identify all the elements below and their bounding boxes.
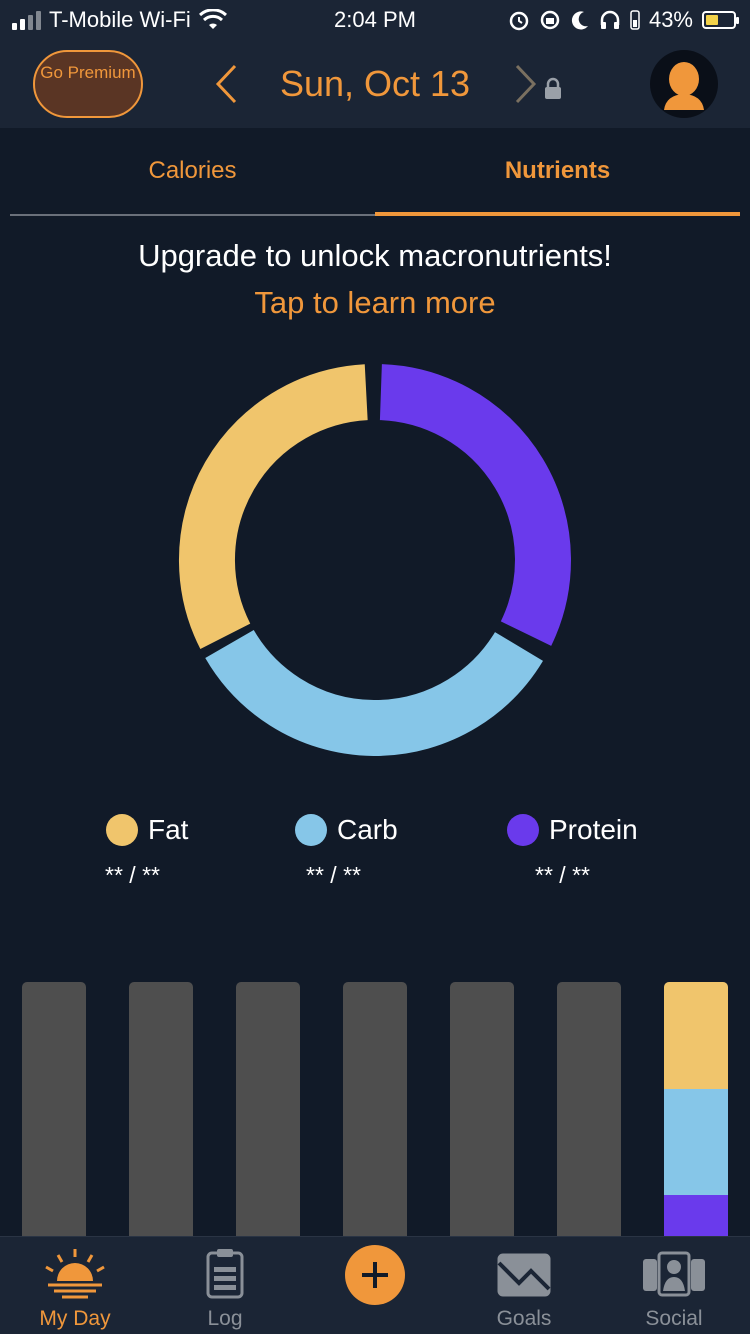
- day-bar[interactable]: [129, 982, 193, 1242]
- sunrise-icon: [45, 1249, 105, 1299]
- clipboard-icon: [206, 1249, 244, 1299]
- user-icon: [664, 62, 704, 110]
- day-bar[interactable]: [236, 982, 300, 1242]
- tab-label-goals: Goals: [496, 1307, 552, 1330]
- go-premium-button[interactable]: Go Premium: [33, 50, 143, 118]
- donut-segment-protein: [379, 364, 571, 646]
- view-tabs: Calories Nutrients: [10, 128, 746, 216]
- bar-segment-carb: [664, 1088, 728, 1196]
- tab-my-day[interactable]: My Day: [0, 1237, 150, 1334]
- legend-fat: Fat: [106, 812, 188, 848]
- tab-label-social: Social: [645, 1307, 703, 1330]
- tab-label-my-day: My Day: [39, 1307, 111, 1330]
- upgrade-message: Upgrade to unlock macronutrients!: [138, 238, 612, 273]
- legend-protein: Protein: [507, 812, 638, 848]
- bar-segment-fat: [664, 982, 728, 1089]
- chevron-left-icon[interactable]: [212, 62, 242, 106]
- chevron-right-icon[interactable]: [510, 62, 540, 106]
- alarm-icon: [509, 11, 529, 31]
- social-people-icon: [643, 1251, 705, 1297]
- carb-dot: [295, 814, 327, 846]
- date-title[interactable]: Sun, Oct 13: [250, 62, 500, 106]
- day-bar[interactable]: [450, 982, 514, 1242]
- legend-label-protein: Protein: [549, 814, 638, 845]
- protein-dot: [507, 814, 539, 846]
- donut-segment-carb: [205, 629, 543, 756]
- legend-value-carb: ** / **: [306, 862, 361, 888]
- battery-percent: 43%: [648, 7, 693, 32]
- header: Go Premium Sun, Oct 13: [0, 40, 750, 128]
- fat-dot: [106, 814, 138, 846]
- bar-segment-protein: [664, 1195, 728, 1236]
- avatar[interactable]: [650, 50, 718, 118]
- day-bar-today[interactable]: [664, 982, 728, 1242]
- status-right: 43%: [508, 7, 739, 33]
- learn-more-link[interactable]: Tap to learn more: [0, 285, 750, 321]
- legend-carb: Carb: [295, 812, 398, 848]
- battery-icon: [702, 11, 739, 29]
- day-bar[interactable]: [22, 982, 86, 1242]
- day-bar[interactable]: [343, 982, 407, 1242]
- headphones-icon: [600, 10, 620, 29]
- tab-log[interactable]: Log: [150, 1237, 300, 1334]
- rotation-lock-icon: [540, 10, 560, 30]
- phone-battery-icon: [630, 10, 640, 30]
- legend-label-fat: Fat: [148, 814, 189, 845]
- legend-value-protein: ** / **: [535, 862, 590, 888]
- lock-icon: [545, 77, 561, 99]
- status-bar: T-Mobile Wi-Fi 2:04 PM 43%: [0, 0, 750, 40]
- macro-donut-chart[interactable]: [170, 355, 580, 765]
- bottom-tab-bar: My Day Log Goals Social: [0, 1236, 750, 1334]
- tab-social[interactable]: Social: [599, 1237, 749, 1334]
- weekly-bars: [0, 980, 750, 1242]
- day-bar[interactable]: [557, 982, 621, 1242]
- donut-segment-fat: [179, 364, 369, 649]
- tab-label-log: Log: [207, 1307, 243, 1330]
- tab-goals[interactable]: Goals: [449, 1237, 599, 1334]
- plus-icon: [362, 1262, 388, 1288]
- legend-label-carb: Carb: [337, 814, 398, 845]
- add-button[interactable]: [345, 1245, 405, 1305]
- tab-calories[interactable]: Calories: [10, 128, 375, 216]
- goals-chart-icon: [497, 1253, 551, 1297]
- moon-icon: [571, 11, 588, 30]
- tab-nutrients[interactable]: Nutrients: [375, 128, 740, 216]
- legend-value-fat: ** / **: [105, 862, 160, 888]
